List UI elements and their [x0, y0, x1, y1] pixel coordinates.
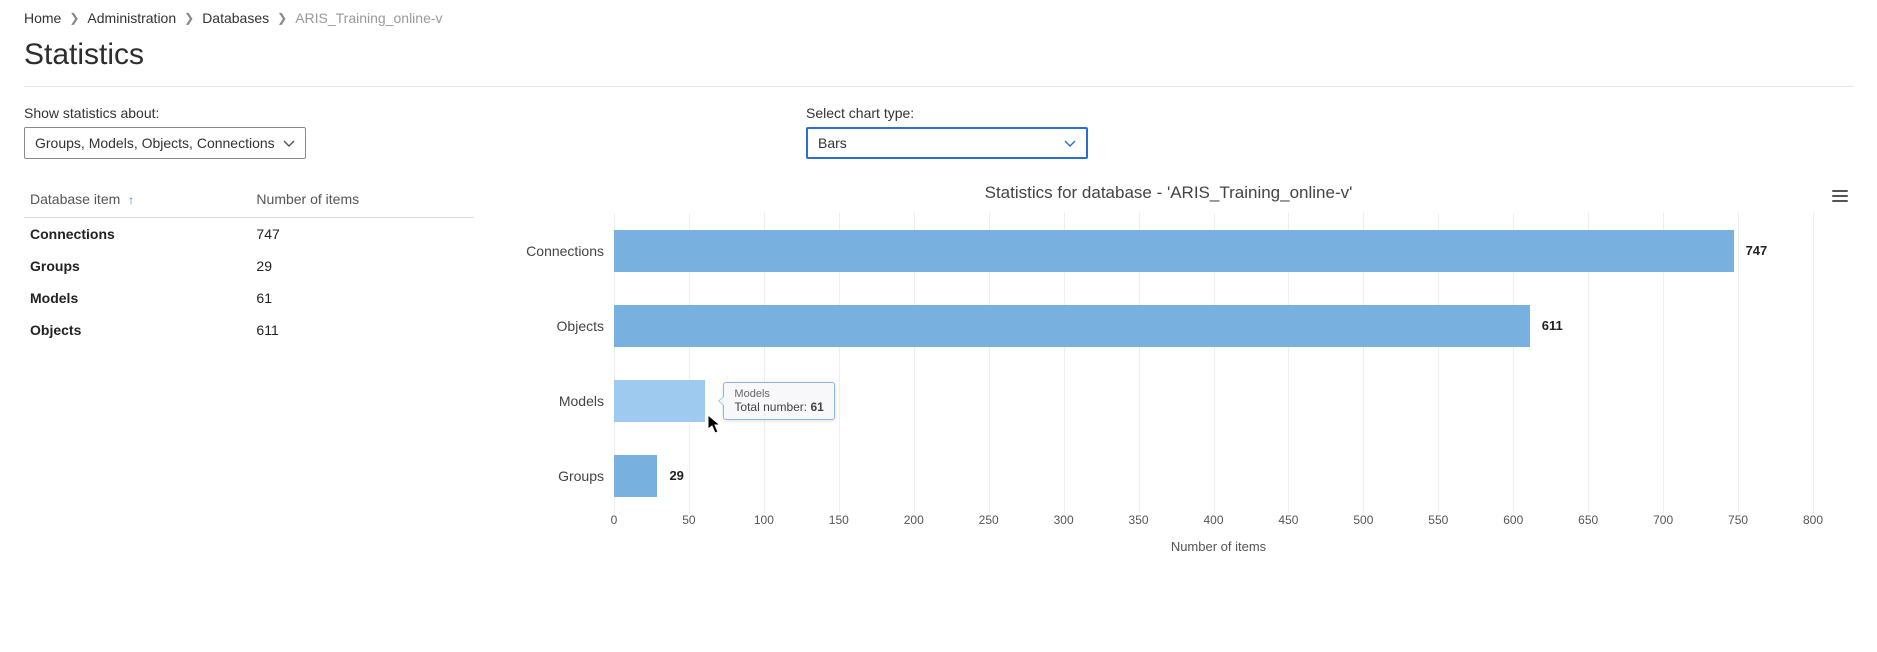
chevron-right-icon: ❯ [69, 11, 79, 25]
control-show-statistics: Show statistics about: Groups, Models, O… [24, 105, 306, 159]
controls-row: Show statistics about: Groups, Models, O… [24, 105, 1853, 159]
bar-value-label: 29 [669, 468, 683, 483]
menu-icon [1832, 200, 1848, 202]
table-cell-name: Connections [24, 218, 250, 251]
show-statistics-label: Show statistics about: [24, 105, 306, 121]
table-cell-name: Models [24, 282, 250, 314]
show-statistics-value: Groups, Models, Objects, Connections [35, 135, 275, 151]
table-cell-name: Groups [24, 250, 250, 282]
sort-ascending-icon: ↑ [128, 193, 134, 207]
x-tick-label: 100 [754, 513, 774, 527]
chevron-right-icon: ❯ [184, 11, 194, 25]
bar-category-label: Objects [514, 318, 604, 334]
breadcrumb-item-administration[interactable]: Administration [87, 10, 176, 26]
bar-row: Connections747 [614, 230, 1813, 272]
x-axis-ticks: 0 50 100 150 200 250 300 350 400 450 500 550 600 650 7… [614, 513, 1813, 533]
x-tick-label: 150 [829, 513, 849, 527]
bar[interactable] [614, 230, 1734, 272]
menu-icon [1832, 190, 1848, 192]
divider [24, 86, 1853, 87]
bar-row: Objects611 [614, 305, 1813, 347]
x-tick-label: 750 [1728, 513, 1748, 527]
breadcrumb-item-databases[interactable]: Databases [202, 10, 269, 26]
chart-menu-button[interactable] [1827, 183, 1853, 209]
table-cell-name: Objects [24, 314, 250, 346]
table-header-item[interactable]: Database item ↑ [24, 183, 250, 218]
bar[interactable] [614, 455, 657, 497]
x-tick-label: 550 [1428, 513, 1448, 527]
chart-type-value: Bars [818, 135, 847, 151]
x-tick-label: 700 [1653, 513, 1673, 527]
chart-type-select[interactable]: Bars [806, 127, 1088, 159]
bar-row: Groups29 [614, 455, 1813, 497]
bar-value-label: 611 [1542, 318, 1563, 333]
x-tick-label: 350 [1129, 513, 1149, 527]
show-statistics-select[interactable]: Groups, Models, Objects, Connections [24, 127, 306, 159]
chevron-right-icon: ❯ [277, 11, 287, 25]
table-row: Groups 29 [24, 250, 474, 282]
x-tick-label: 0 [611, 513, 618, 527]
chart-title: Statistics for database - 'ARIS_Training… [514, 183, 1823, 203]
bar-chart[interactable]: Connections747 Objects611 ModelsModelsTota… [614, 213, 1813, 513]
tooltip-value: Total number: 61 [734, 400, 823, 414]
bar-category-label: Groups [514, 468, 604, 484]
x-tick-label: 250 [979, 513, 999, 527]
chart-type-label: Select chart type: [806, 105, 1088, 121]
breadcrumb: Home ❯ Administration ❯ Databases ❯ ARIS… [24, 6, 1853, 32]
table-cell-count: 29 [250, 250, 474, 282]
chart-container: Statistics for database - 'ARIS_Training… [514, 183, 1853, 554]
x-tick-label: 450 [1278, 513, 1298, 527]
breadcrumb-item-current: ARIS_Training_online-v [295, 10, 442, 26]
menu-icon [1832, 195, 1848, 197]
table-cell-count: 747 [250, 218, 474, 251]
x-tick-label: 800 [1803, 513, 1823, 527]
tooltip-series: Models [734, 388, 823, 400]
bar[interactable] [614, 305, 1530, 347]
breadcrumb-item-home[interactable]: Home [24, 10, 61, 26]
x-tick-label: 400 [1203, 513, 1223, 527]
table-cell-count: 61 [250, 282, 474, 314]
table-row: Models 61 [24, 282, 474, 314]
stats-table: Database item ↑ Number of items Connecti… [24, 183, 474, 554]
x-tick-label: 50 [682, 513, 695, 527]
bar-category-label: Connections [514, 243, 604, 259]
table-row: Connections 747 [24, 218, 474, 251]
x-axis-label: Number of items [614, 539, 1823, 554]
x-tick-label: 650 [1578, 513, 1598, 527]
bar-category-label: Models [514, 393, 604, 409]
chevron-down-icon [283, 135, 295, 151]
x-tick-label: 300 [1054, 513, 1074, 527]
control-chart-type: Select chart type: Bars [806, 105, 1088, 159]
bar-value-label: 747 [1746, 243, 1768, 258]
x-tick-label: 200 [904, 513, 924, 527]
x-tick-label: 600 [1503, 513, 1523, 527]
table-header-count[interactable]: Number of items [250, 183, 474, 218]
table-row: Objects 611 [24, 314, 474, 346]
table-cell-count: 611 [250, 314, 474, 346]
gridline [1813, 213, 1814, 513]
bar[interactable] [614, 380, 705, 422]
page-title: Statistics [24, 38, 1853, 72]
x-tick-label: 500 [1353, 513, 1373, 527]
chart-tooltip: ModelsTotal number: 61 [723, 382, 834, 420]
chevron-down-icon [1064, 135, 1076, 151]
